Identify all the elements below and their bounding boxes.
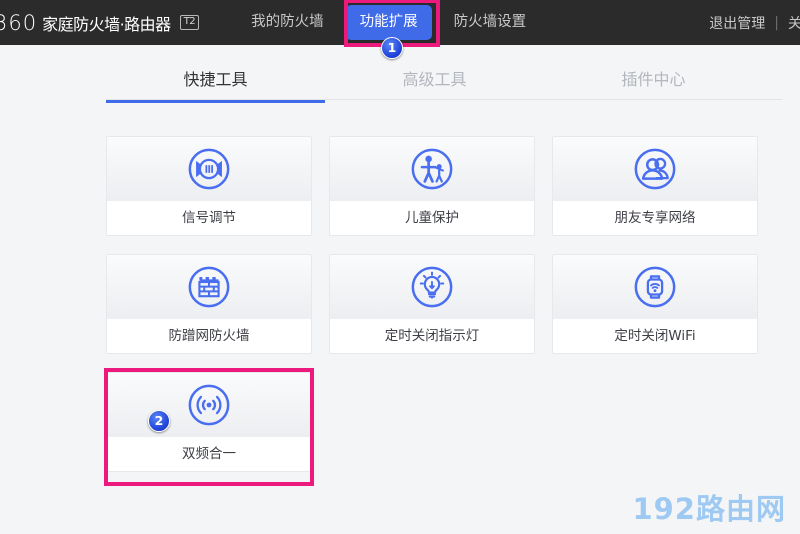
page-root: 360 家庭防火墙·路由器 T2 我的防火墙 功能扩展 防火墙设置 退出管理 |… [0, 0, 800, 534]
tool-card-dual-band-merge[interactable]: 双频合一 [106, 372, 312, 472]
tool-card-signal-tune[interactable]: 信号调节 [106, 136, 312, 236]
tool-card-schedule-wifi-off[interactable]: 定时关闭WiFi [552, 254, 758, 354]
step-badge-2: 2 [148, 410, 170, 432]
watch-wifi-icon [632, 264, 678, 310]
tool-card-child-protection[interactable]: 儿童保护 [329, 136, 535, 236]
tool-card-antileech-firewall[interactable]: 防蹭网防火墙 [106, 254, 312, 354]
card-label: 定时关闭指示灯 [330, 319, 534, 353]
model-badge: T2 [180, 15, 199, 30]
firewall-brick-icon [186, 264, 232, 310]
card-label: 朋友专享网络 [553, 201, 757, 235]
card-icon-area [107, 255, 311, 319]
signal-tune-icon [186, 146, 232, 192]
two-people-icon [632, 146, 678, 192]
card-icon-area [107, 373, 311, 437]
tool-card-schedule-led-off[interactable]: 定时关闭指示灯 [329, 254, 535, 354]
brand-number: 360 [0, 11, 37, 35]
site-watermark: 192路由网 [632, 486, 786, 528]
nav-feature-extension[interactable]: 功能扩展 [346, 5, 432, 40]
card-icon-area [553, 255, 757, 319]
tab-quick-tools[interactable]: 快捷工具 [106, 58, 325, 102]
tab-advanced-tools[interactable]: 高级工具 [325, 58, 544, 102]
header-trailing-clipped-link[interactable]: 关 [788, 13, 800, 33]
lightbulb-icon [409, 264, 455, 310]
tool-card-friend-network[interactable]: 朋友专享网络 [552, 136, 758, 236]
broadcast-wifi-icon [186, 382, 232, 428]
nav-firewall-settings[interactable]: 防火墙设置 [438, 0, 543, 45]
card-icon-area [330, 137, 534, 201]
card-label: 信号调节 [107, 201, 311, 235]
tool-card-grid: 信号调节 儿童保护 [106, 136, 776, 472]
brand-product-name: 家庭防火墙·路由器 [42, 11, 171, 35]
logout-link[interactable]: 退出管理 [709, 13, 765, 33]
card-icon-area [330, 255, 534, 319]
sub-tab-bar: 快捷工具 高级工具 插件中心 [106, 58, 782, 100]
tab-plugin-center[interactable]: 插件中心 [544, 58, 763, 102]
step-badge-1: 1 [381, 37, 403, 59]
parent-child-icon [409, 146, 455, 192]
header-divider: | [774, 15, 779, 31]
card-label: 定时关闭WiFi [553, 319, 757, 353]
card-icon-area [553, 137, 757, 201]
brand-logo: 360 家庭防火墙·路由器 T2 [0, 11, 199, 35]
card-label: 儿童保护 [330, 201, 534, 235]
card-label: 防蹭网防火墙 [107, 319, 311, 353]
top-header-bar: 360 家庭防火墙·路由器 T2 我的防火墙 功能扩展 防火墙设置 退出管理 |… [0, 0, 800, 45]
card-label: 双频合一 [107, 437, 311, 471]
nav-my-firewall[interactable]: 我的防火墙 [235, 0, 340, 45]
card-icon-area [107, 137, 311, 201]
header-right-actions: 退出管理 | 关 [709, 0, 800, 45]
